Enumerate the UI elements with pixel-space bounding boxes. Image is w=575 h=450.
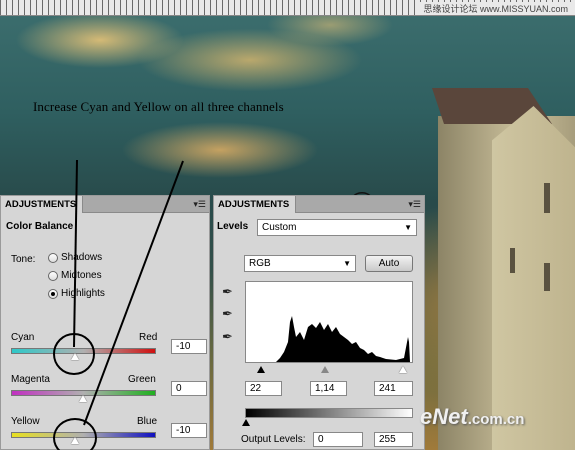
watermark-brand: eNet (420, 404, 468, 429)
watermark-logo: eNet.com.cn (420, 404, 524, 430)
annotation-lines (73, 159, 184, 426)
highlight-circle-yellow (53, 418, 97, 450)
highlight-circle-cyan (53, 333, 95, 375)
watermark-domain: .com.cn (467, 411, 525, 428)
